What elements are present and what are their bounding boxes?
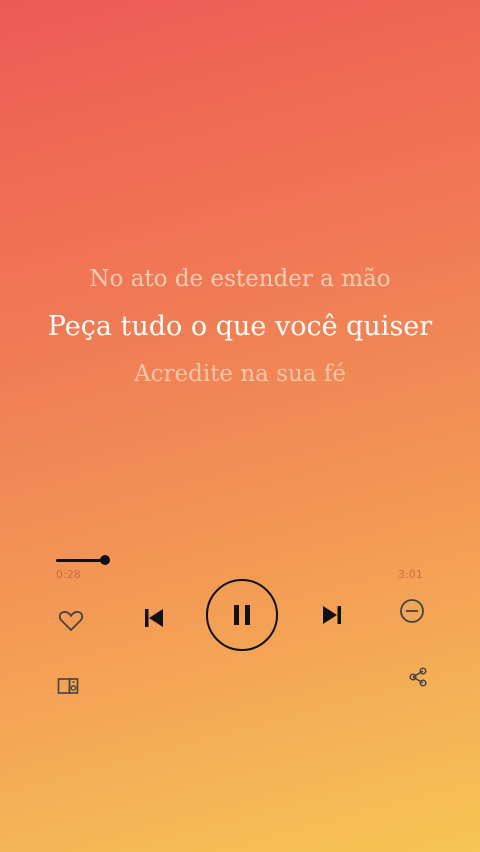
elapsed-time: 0:28 [56,568,81,581]
skip-previous-icon [145,609,163,627]
pause-icon [234,605,250,625]
next-track-button[interactable] [316,599,348,631]
connect-device-icon [57,678,79,694]
progress-knob[interactable] [100,555,110,565]
total-time: 3:01 [398,568,423,581]
like-button[interactable] [56,606,86,636]
previous-track-button[interactable] [138,602,170,634]
lyric-next-line: Acredite na sua fé [134,361,346,387]
skip-next-icon [323,606,341,624]
lyric-current-line: Peça tudo o que você quiser [47,311,433,342]
remove-button[interactable] [398,597,426,625]
share-icon [409,667,427,687]
play-pause-button[interactable] [206,579,278,651]
lyric-previous-line: No ato de estender a mão [89,266,391,292]
heart-outline-icon [58,611,84,631]
progress-bar[interactable] [56,559,104,562]
minus-circle-icon [400,599,424,623]
connect-device-button[interactable] [56,674,82,698]
share-button[interactable] [405,664,431,690]
